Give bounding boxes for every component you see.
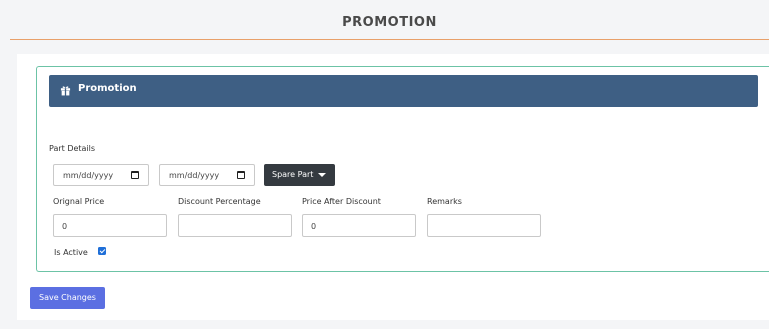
save-changes-button[interactable]: Save Changes [30,287,105,309]
price-after-discount-value: 0 [311,222,317,231]
price-after-discount-input[interactable]: 0 [302,214,416,237]
remarks-label: Remarks [427,197,462,206]
spare-part-dropdown-label: Spare Part [272,170,314,179]
is-active-checkbox[interactable] [98,247,106,255]
part-details-label: Part Details [49,144,96,153]
date-from-input[interactable]: mm/dd/yyyy [53,164,149,186]
caret-down-icon [318,173,326,177]
original-price-label: Orignal Price [53,197,105,206]
page-title: PROMOTION [342,15,437,30]
card-title: Promotion [78,83,137,94]
discount-percentage-input[interactable] [178,214,292,237]
date-to-text: mm/dd/yyyy [169,171,220,180]
date-from-text: mm/dd/yyyy [63,171,114,180]
calendar-icon[interactable] [237,171,245,179]
price-after-discount-label: Price After Discount [302,197,381,206]
gift-icon [60,86,71,96]
page: PROMOTION Promotion Part Details mm/dd/y… [0,0,769,329]
spare-part-dropdown[interactable]: Spare Part [264,164,335,186]
date-to-input[interactable]: mm/dd/yyyy [159,164,255,186]
content-panel: Promotion Part Details mm/dd/yyyy mm/dd/… [17,54,769,320]
promotion-card: Promotion Part Details mm/dd/yyyy mm/dd/… [36,66,769,272]
calendar-icon[interactable] [131,171,139,179]
page-header: PROMOTION [10,8,769,40]
card-header: Promotion [49,75,758,107]
original-price-input[interactable]: 0 [53,214,167,237]
original-price-value: 0 [62,222,68,231]
discount-percentage-label: Discount Percentage [178,197,261,206]
is-active-label: Is Active [54,248,88,257]
remarks-input[interactable] [427,214,541,237]
